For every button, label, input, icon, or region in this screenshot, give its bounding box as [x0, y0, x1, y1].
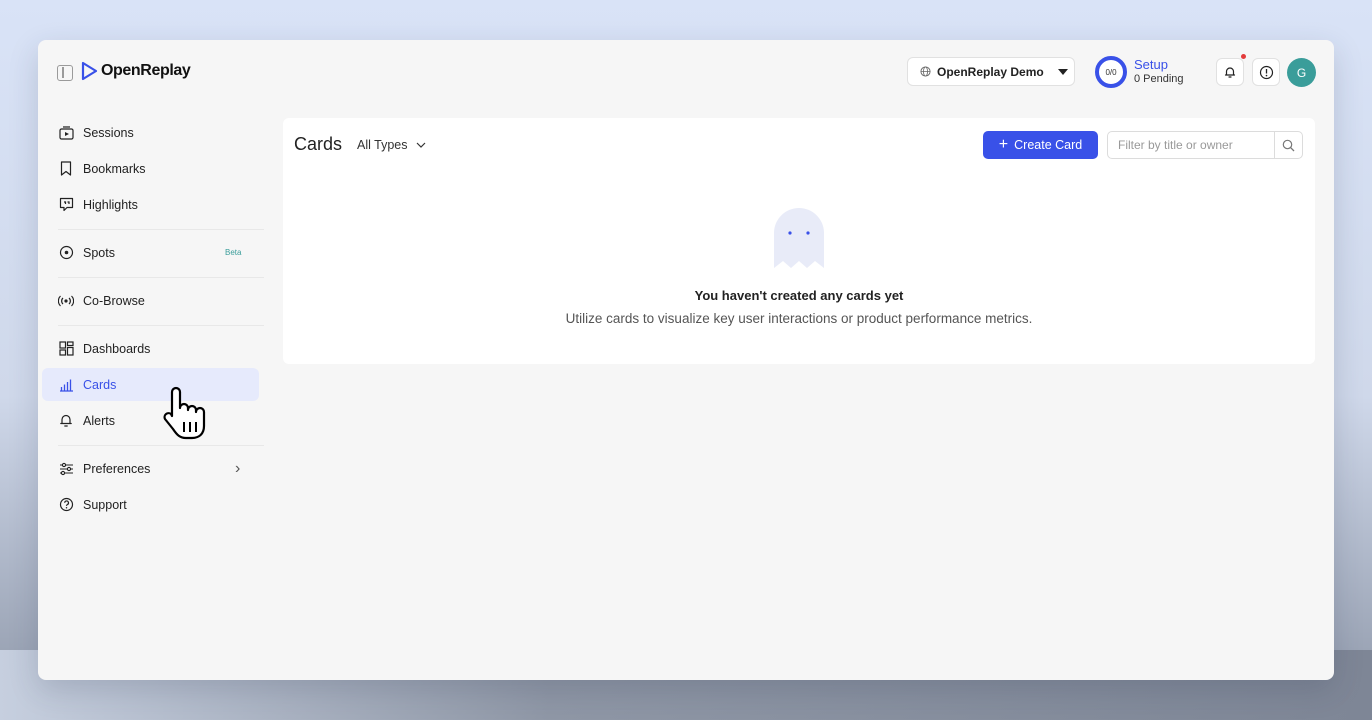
empty-state-title: You haven't created any cards yet	[694, 288, 904, 303]
sidebar-item-label: Co-Browse	[83, 293, 145, 308]
chevron-right-icon: ›	[235, 459, 241, 477]
project-selector[interactable]: OpenReplay Demo	[907, 57, 1075, 86]
sidebar-item-label: Support	[83, 497, 127, 512]
top-bar: OpenReplay OpenReplay Demo 0/0 Setup 0 P…	[38, 40, 1334, 104]
type-filter-dropdown[interactable]: All Types	[357, 138, 426, 152]
cards-icon	[58, 377, 74, 393]
sidebar-collapse-icon[interactable]	[57, 65, 73, 81]
sessions-icon	[58, 125, 74, 141]
bell-icon	[1224, 67, 1236, 78]
cards-panel: Cards All Types + Create Card You haven'…	[283, 118, 1315, 364]
hand-pointer-cursor-icon	[163, 386, 206, 440]
openreplay-logo-icon	[81, 61, 98, 81]
search-box	[1107, 131, 1303, 159]
project-name: OpenReplay Demo	[937, 64, 1044, 79]
sidebar-item-cobrowse[interactable]: Co-Browse	[42, 284, 259, 317]
sidebar-item-spots[interactable]: Spots Beta	[42, 236, 259, 269]
sidebar-item-label: Dashboards	[83, 341, 151, 356]
search-button[interactable]	[1274, 132, 1302, 158]
sidebar-item-alerts[interactable]: Alerts	[42, 404, 259, 437]
sidebar-divider	[58, 445, 264, 446]
cobrowse-icon	[58, 293, 74, 309]
sidebar-divider	[58, 229, 264, 230]
sidebar-item-label: Highlights	[83, 197, 138, 212]
page-title: Cards	[294, 134, 343, 154]
app-window: OpenReplay OpenReplay Demo 0/0 Setup 0 P…	[38, 40, 1334, 680]
create-card-button[interactable]: + Create Card	[983, 131, 1098, 159]
search-icon	[1282, 139, 1295, 151]
setup-widget[interactable]: 0/0 Setup 0 Pending	[1095, 56, 1184, 88]
type-filter-label: All Types	[357, 138, 408, 152]
empty-state-subtitle: Utilize cards to visualize key user inte…	[565, 311, 1033, 326]
sidebar-item-highlights[interactable]: Highlights	[42, 188, 259, 221]
info-button[interactable]	[1252, 58, 1280, 86]
notification-dot	[1241, 54, 1246, 59]
highlights-icon	[58, 197, 74, 213]
help-icon	[58, 497, 74, 513]
sidebar-item-support[interactable]: Support	[42, 488, 259, 521]
chevron-down-icon	[416, 142, 425, 148]
sliders-icon	[58, 461, 74, 477]
bell-icon	[58, 413, 74, 429]
ghost-illustration	[774, 208, 824, 268]
spots-icon	[58, 245, 74, 261]
plus-icon: +	[998, 136, 1009, 153]
caret-down-icon	[1057, 68, 1068, 75]
alert-circle-icon	[1259, 65, 1273, 79]
bookmark-icon	[58, 161, 74, 177]
sidebar-item-label: Sessions	[83, 125, 134, 140]
sidebar-divider	[58, 325, 264, 326]
sidebar-item-label: Spots	[83, 245, 115, 260]
beta-badge: Beta	[225, 248, 242, 257]
sidebar-item-cards[interactable]: Cards	[42, 368, 259, 401]
avatar[interactable]: G	[1287, 58, 1316, 87]
logo-text: OpenReplay	[101, 62, 191, 79]
dashboards-icon	[58, 341, 74, 357]
create-card-label: Create Card	[1014, 138, 1083, 152]
sidebar-item-label: Preferences	[83, 461, 151, 476]
setup-pending: 0 Pending	[1134, 73, 1184, 85]
setup-progress-ring: 0/0	[1095, 56, 1127, 88]
globe-icon	[920, 66, 931, 77]
sidebar-item-dashboards[interactable]: Dashboards	[42, 332, 259, 365]
sidebar-divider	[58, 277, 264, 278]
logo[interactable]: OpenReplay	[81, 61, 191, 81]
sidebar-item-bookmarks[interactable]: Bookmarks	[42, 152, 259, 185]
notifications-button[interactable]	[1216, 58, 1244, 86]
sidebar-item-label: Alerts	[83, 413, 115, 428]
search-input[interactable]	[1108, 132, 1274, 158]
sidebar-item-label: Cards	[83, 377, 117, 392]
setup-title: Setup	[1134, 57, 1168, 72]
sidebar-item-preferences[interactable]: Preferences ›	[42, 452, 259, 485]
sidebar-item-sessions[interactable]: Sessions	[42, 116, 259, 149]
sidebar-item-label: Bookmarks	[83, 161, 146, 176]
